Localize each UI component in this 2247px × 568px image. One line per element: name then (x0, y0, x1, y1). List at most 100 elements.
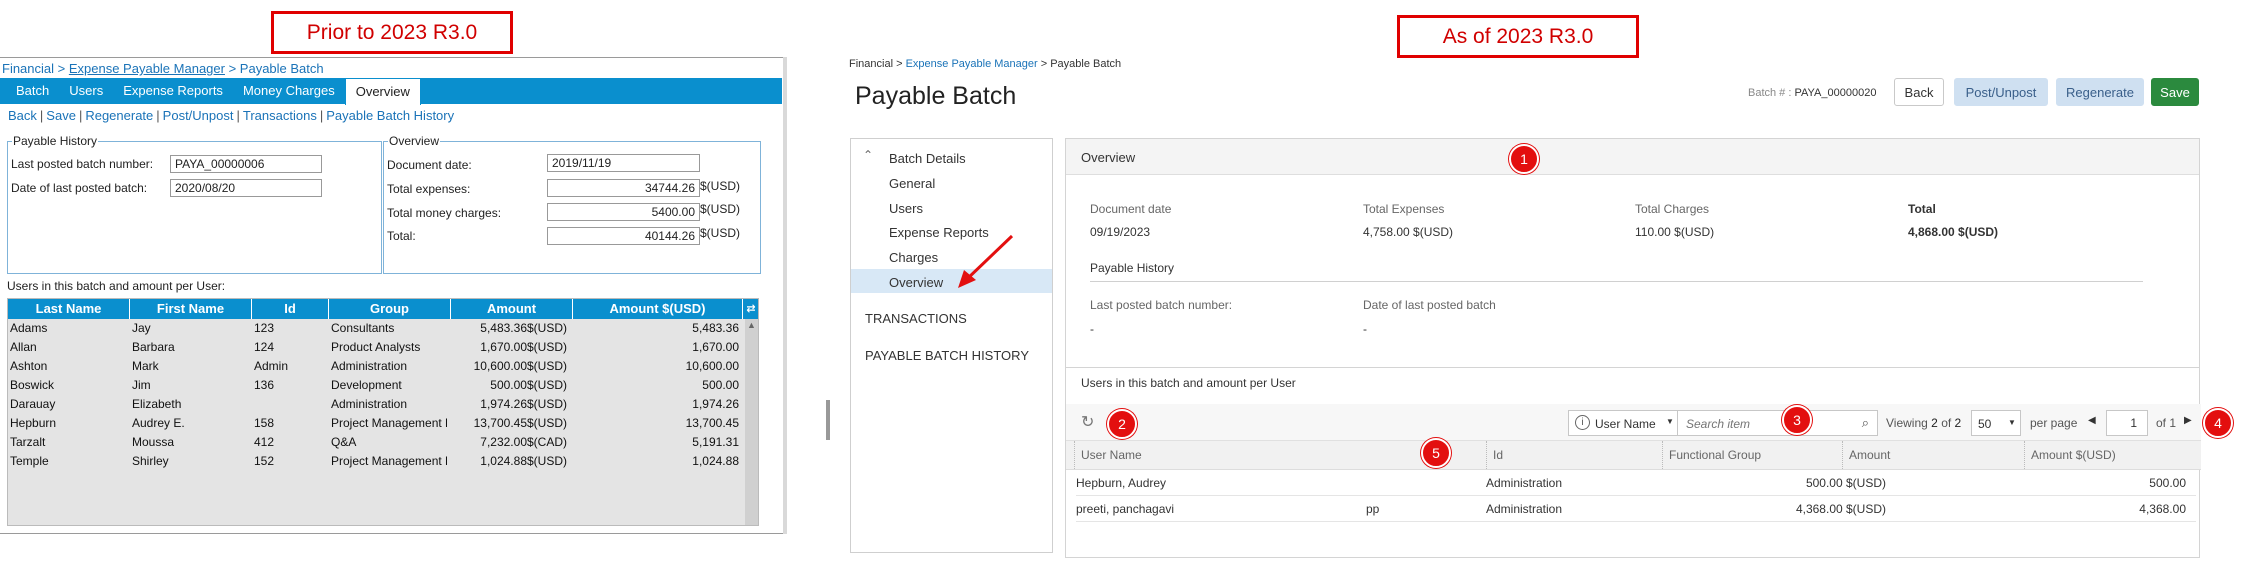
link-separator: | (319, 108, 324, 123)
table-cell: 5,483.36 (692, 321, 739, 335)
scroll-up-icon[interactable]: ▲ (747, 320, 756, 330)
back-button[interactable]: Back (1894, 78, 1944, 106)
old-tab-expense-reports[interactable]: Expense Reports (113, 78, 233, 104)
post-unpost-button[interactable]: Post/Unpost (1954, 78, 2048, 106)
table-row[interactable]: Hepburn, Audrey Administration 500.00 $(US… (1076, 470, 2196, 496)
table-row[interactable]: Ashton Mark Admin Administration 10,600.00$(… (8, 357, 746, 376)
old-col-amount-usd[interactable]: Amount $(USD) (573, 299, 743, 319)
payable-history-divider (1090, 281, 2143, 282)
old-last-posted-field[interactable]: PAYA_00000006 (170, 155, 322, 173)
new-breadcrumb: Financial > Expense Payable Manager > Pa… (849, 58, 1121, 70)
old-scroll-hint (783, 57, 787, 534)
sidebar-section-batch-details[interactable]: Batch Details (889, 151, 966, 166)
users-heading: Users in this batch and amount per User (1081, 376, 1296, 390)
sidebar-transactions[interactable]: TRANSACTIONS (865, 311, 967, 326)
old-link-regenerate[interactable]: Regenerate (85, 108, 153, 123)
table-row[interactable]: Hepburn Audrey E. 158 Project Management E 1… (8, 414, 746, 433)
table-row[interactable]: Boswick Jim 136 Development 500.00$(USD) 500.… (8, 376, 746, 395)
old-tab-batch[interactable]: Batch (6, 78, 59, 104)
old-currency-label: $(USD) (700, 226, 741, 240)
sidebar-payable-batch-history[interactable]: PAYABLE BATCH HISTORY (865, 348, 1029, 363)
old-total-money-field[interactable]: 5400.00 (547, 203, 700, 221)
col-amount[interactable]: Amount (1842, 441, 2024, 469)
old-col-amount[interactable]: Amount (451, 299, 573, 319)
table-cell: Project Management E (331, 454, 447, 468)
col-amount-usd[interactable]: Amount $(USD) (2024, 441, 2200, 469)
viewing-text: Viewing 2 of 2 (1886, 416, 1961, 430)
search-input[interactable] (1684, 414, 1838, 434)
table-row[interactable]: Adams Jay 123 Consultants 5,483.36$(USD) 5,48… (8, 319, 746, 338)
old-total-field[interactable]: 40144.26 (547, 227, 700, 245)
old-crumb-root[interactable]: Financial (2, 61, 54, 76)
old-total-label: Total: (387, 229, 416, 243)
table-row[interactable]: Darauay Elizabeth Administration 1,974.26$(… (8, 395, 746, 414)
old-crumb-sep: > (54, 61, 69, 76)
old-users-table: Last Name First Name Id Group Amount Amo… (7, 298, 759, 526)
old-link-back[interactable]: Back (8, 108, 37, 123)
old-currency-label: $(USD) (700, 179, 741, 193)
link-separator: | (156, 108, 160, 123)
old-tab-money-charges[interactable]: Money Charges (233, 78, 345, 104)
old-col-id[interactable]: Id (252, 299, 329, 319)
page-input[interactable]: 1 (2106, 410, 2148, 436)
new-crumb-manager[interactable]: Expense Payable Manager (906, 58, 1038, 70)
overview-header: Overview (1066, 139, 2199, 175)
table-cell: Audrey E. (132, 416, 185, 430)
old-crumb-current: Payable Batch (239, 61, 324, 76)
chevron-up-icon[interactable]: ⌃ (863, 148, 873, 162)
last-posted-label: Last posted batch number: (1090, 298, 1233, 312)
overview-panel: Overview Document date 09/19/2023 Total … (1065, 138, 2200, 368)
old-total-expenses-label: Total expenses: (387, 182, 471, 196)
viewing-count: 2 (1931, 416, 1938, 430)
old-link-transactions[interactable]: Transactions (243, 108, 317, 123)
old-col-first-name[interactable]: First Name (130, 299, 252, 319)
old-link-post-unpost[interactable]: Post/Unpost (163, 108, 234, 123)
refresh-icon[interactable]: ↻ (1081, 412, 1094, 432)
search-box[interactable]: ⌕ (1678, 410, 1878, 436)
old-tab-overview[interactable]: Overview (344, 77, 421, 105)
table-cell: 13,700.45$(USD) (473, 416, 567, 430)
sidebar-item-general[interactable]: General (889, 176, 935, 191)
table-cell: Elizabeth (132, 397, 182, 411)
sidebar-item-overview[interactable]: Overview (889, 275, 943, 290)
divider-handle (826, 400, 830, 440)
table-cell: 1,974.26$(USD) (480, 397, 567, 411)
old-doc-date-field[interactable]: 2019/11/19 (547, 154, 700, 172)
old-col-last-name[interactable]: Last Name (8, 299, 130, 319)
regenerate-button[interactable]: Regenerate (2056, 78, 2144, 106)
filter-field-dropdown[interactable]: i User Name ▼ (1568, 410, 1678, 436)
next-page-icon[interactable]: ▶ (2184, 415, 2192, 426)
table-row[interactable]: Allan Barbara 124 Product Analysts 1,670.00$… (8, 338, 746, 357)
badge-3: 3 (1782, 405, 1812, 435)
per-page-select[interactable]: 50 ▼ (1971, 410, 2021, 436)
old-link-save[interactable]: Save (46, 108, 76, 123)
batch-number-label: Batch # : (1748, 87, 1792, 99)
old-link-history[interactable]: Payable Batch History (326, 108, 454, 123)
save-button[interactable]: Save (2151, 78, 2199, 106)
viewing-of: of (1941, 416, 1952, 430)
new-crumb-root[interactable]: Financial (849, 58, 893, 70)
sidebar-item-charges[interactable]: Charges (889, 250, 938, 265)
table-cell (1366, 470, 1476, 496)
doc-date-label: Document date (1090, 202, 1172, 216)
old-crumb-manager[interactable]: Expense Payable Manager (69, 61, 225, 76)
old-table-scrollbar[interactable] (745, 319, 758, 525)
old-tab-users[interactable]: Users (59, 78, 113, 104)
table-row[interactable]: preeti, panchagavi pp Administration 4,368.… (1076, 496, 2196, 522)
last-posted-value: - (1090, 322, 1094, 336)
users-grid-header: User Name Id Functional Group Amount Amo… (1066, 440, 2201, 470)
old-total-expenses-field[interactable]: 34744.26 (547, 179, 700, 197)
date-last-value: - (1363, 322, 1367, 336)
search-icon[interactable]: ⌕ (1862, 415, 1869, 431)
callout-prior: Prior to 2023 R3.0 (271, 11, 513, 54)
old-column-toggle-icon[interactable]: ⇄ (743, 299, 758, 319)
table-cell: Administration (1486, 476, 1563, 490)
col-functional-group[interactable]: Functional Group (1662, 441, 1842, 469)
col-id[interactable]: Id (1486, 441, 1662, 469)
old-col-group[interactable]: Group (329, 299, 451, 319)
old-date-last-field[interactable]: 2020/08/20 (170, 179, 322, 197)
prev-page-icon[interactable]: ◀ (2088, 415, 2096, 426)
table-row[interactable]: Temple Shirley 152 Project Management E 1,02… (8, 452, 746, 471)
table-row[interactable]: Tarzalt Moussa 412 Q&A 7,232.00$(CAD) 5,191.3… (8, 433, 746, 452)
sidebar-item-users[interactable]: Users (889, 201, 923, 216)
